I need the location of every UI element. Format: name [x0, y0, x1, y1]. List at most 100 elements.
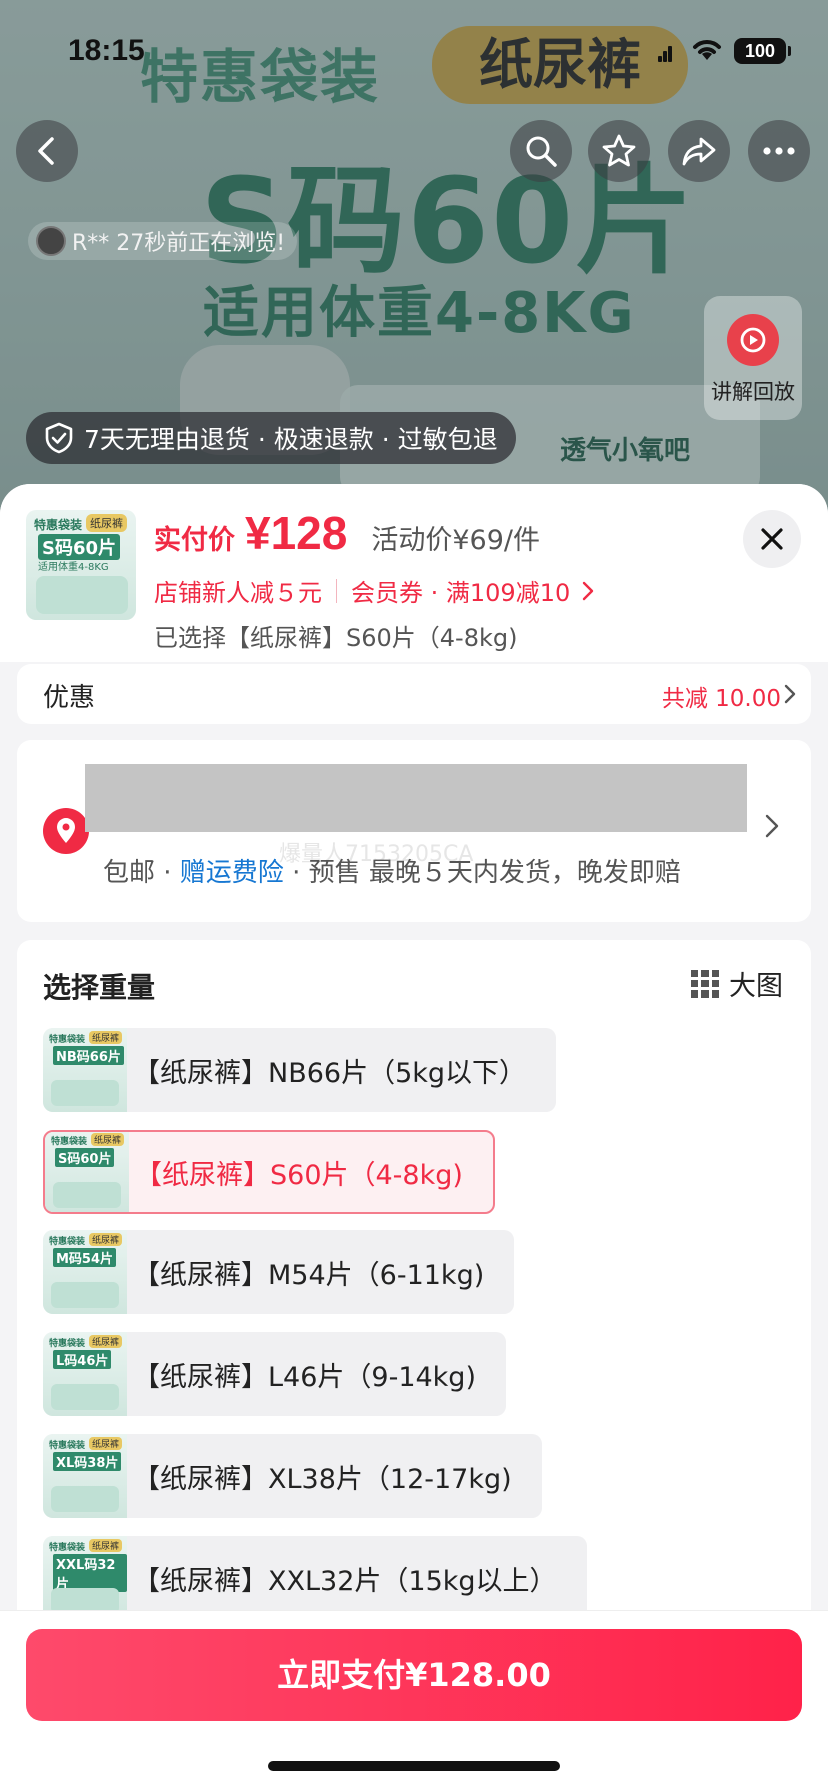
search-icon	[526, 136, 557, 167]
product-summary: 特惠袋装 纸尿裤 S码60片 适用体重4-8KG 实付价 ¥128 活动价¥69…	[0, 484, 828, 662]
battery-icon: 100	[734, 38, 791, 64]
shipping-insurance-link[interactable]: 赠运费险	[180, 858, 284, 888]
thumb-pack-image	[51, 1282, 119, 1308]
status-bar: 18:15 100	[0, 0, 828, 100]
guarantee-banner[interactable]: 7天无理由退货 · 极速退款 · 过敏包退	[26, 412, 516, 464]
chevron-right-icon	[765, 814, 779, 838]
replay-label: 讲解回放	[711, 380, 795, 404]
pay-now-button[interactable]: 立即支付¥128.00	[26, 1629, 802, 1721]
activity-price: 活动价¥69/件	[371, 525, 540, 556]
thumb-size: XXL码32片	[53, 1554, 127, 1592]
home-indicator[interactable]	[268, 1761, 560, 1771]
option-label: 【纸尿裤】M54片（6-11kg)	[133, 1259, 485, 1291]
final-price: ¥128	[245, 507, 348, 559]
thumb-brand: 特惠袋装	[51, 1137, 88, 1147]
more-dots-icon	[763, 147, 795, 155]
option-thumbnail: 特惠袋装 纸尿裤 M码54片	[43, 1230, 127, 1314]
signal-icon	[658, 40, 672, 62]
weight-option-xxl[interactable]: 特惠袋装 纸尿裤 XXL码32片 【纸尿裤】XXL32片（15kg以上）	[43, 1536, 587, 1620]
thumb-brand: 特惠袋装	[49, 1441, 86, 1451]
back-button[interactable]	[16, 120, 78, 182]
chevron-right-icon	[583, 581, 594, 600]
option-label: 【纸尿裤】XXL32片（15kg以上）	[133, 1565, 557, 1597]
promo-new-customer: 店铺新人减５元	[154, 579, 322, 607]
weight-option-l[interactable]: 特惠袋装 纸尿裤 L码46片 【纸尿裤】L46片（9-14kg)	[43, 1332, 506, 1416]
option-thumbnail: 特惠袋装 纸尿裤 XL码38片	[43, 1434, 127, 1518]
thumb-tag: 纸尿裤	[89, 1539, 123, 1552]
discount-value: 共减 10.00	[661, 686, 781, 712]
thumb-size: S码60片	[38, 534, 121, 560]
thumb-brand: 特惠袋装	[49, 1035, 86, 1045]
promo-row[interactable]: 店铺新人减５元 会员券 · 满109减10	[154, 573, 598, 608]
thumb-pack-image	[36, 576, 128, 614]
close-icon	[761, 528, 783, 550]
weight-section-title: 选择重量	[43, 971, 156, 1004]
divider	[336, 578, 337, 603]
chevron-left-icon	[38, 137, 54, 165]
option-thumbnail: 特惠袋装 纸尿裤 S码60片	[45, 1132, 129, 1212]
option-label: 【纸尿裤】S60片（4-8kg)	[135, 1159, 463, 1191]
grid-icon	[691, 969, 719, 998]
wifi-icon	[693, 40, 721, 60]
location-pin-icon	[43, 808, 89, 854]
status-time: 18:15	[68, 34, 145, 67]
more-button[interactable]	[748, 120, 810, 182]
share-button[interactable]	[668, 120, 730, 182]
thumb-brand: 特惠袋装	[49, 1339, 86, 1349]
thumb-weight: 适用体重4-8KG	[38, 562, 109, 573]
option-label: 【纸尿裤】NB66片（5kg以下）	[133, 1057, 527, 1089]
thumb-tag: 纸尿裤	[89, 1031, 123, 1044]
star-icon	[602, 134, 636, 167]
thumb-size: XL码38片	[53, 1452, 122, 1471]
big-view-label: 大图	[729, 971, 783, 1002]
guarantee-text: 7天无理由退货 · 极速退款 · 过敏包退	[84, 425, 498, 454]
replay-icon	[727, 314, 779, 366]
price-label: 实付价	[154, 525, 235, 556]
viewer-notice-text: R** 27秒前正在浏览!	[72, 231, 286, 256]
promo-member-coupon: 会员券 · 满109减10	[351, 579, 571, 607]
thumb-size: NB码66片	[53, 1046, 124, 1065]
weight-option-s[interactable]: 特惠袋装 纸尿裤 S码60片 【纸尿裤】S60片（4-8kg)	[43, 1130, 495, 1214]
weight-option-nb[interactable]: 特惠袋装 纸尿裤 NB码66片 【纸尿裤】NB66片（5kg以下）	[43, 1028, 557, 1112]
option-thumbnail: 特惠袋装 纸尿裤 NB码66片	[43, 1028, 127, 1112]
thumb-pack-image	[53, 1182, 121, 1208]
thumb-tag: 纸尿裤	[89, 1335, 123, 1348]
shipping-info: 包邮 · 赠运费险 · 预售 最晚５天内发货，晚发即赔	[103, 852, 681, 889]
thumb-size: L码46片	[53, 1350, 112, 1369]
weight-option-m[interactable]: 特惠袋装 纸尿裤 M码54片 【纸尿裤】M54片（6-11kg)	[43, 1230, 515, 1314]
product-thumbnail[interactable]: 特惠袋装 纸尿裤 S码60片 适用体重4-8KG	[26, 510, 136, 620]
chevron-right-icon	[784, 684, 796, 704]
favorite-button[interactable]	[588, 120, 650, 182]
thumb-brand: 特惠袋装	[34, 518, 83, 532]
price-row: 实付价 ¥128 活动价¥69/件	[154, 506, 540, 560]
selected-sku-text: 已选择【纸尿裤】S60片（4-8kg)	[154, 624, 518, 652]
sku-sheet: 特惠袋装 纸尿裤 S码60片 适用体重4-8KG 实付价 ¥128 活动价¥69…	[0, 484, 828, 1792]
viewer-notice: R** 27秒前正在浏览!	[28, 222, 298, 260]
replay-button[interactable]: 讲解回放	[704, 296, 802, 420]
address-redacted	[85, 764, 747, 832]
weight-selector: 选择重量 大图 特惠袋装 纸尿裤 NB码66片 【纸尿裤】NB66片（5kg以下） …	[17, 940, 811, 1640]
close-button[interactable]	[743, 510, 801, 568]
thumb-pack-image	[51, 1384, 119, 1410]
thumb-tag: 纸尿裤	[91, 1133, 125, 1146]
thumb-tag: 纸尿裤	[86, 514, 127, 532]
weight-option-xl[interactable]: 特惠袋装 纸尿裤 XL码38片 【纸尿裤】XL38片（12-17kg)	[43, 1434, 542, 1518]
checkout-footer: 立即支付¥128.00	[0, 1610, 828, 1792]
shield-check-icon	[45, 422, 73, 454]
option-thumbnail: 特惠袋装 纸尿裤 XXL码32片	[43, 1536, 127, 1620]
free-shipping-text: 包邮 ·	[103, 858, 180, 888]
option-label: 【纸尿裤】L46片（9-14kg)	[133, 1361, 476, 1393]
big-view-toggle[interactable]: 大图	[691, 964, 783, 1003]
thumb-size: M码54片	[53, 1248, 117, 1267]
thumb-size: S码60片	[55, 1148, 115, 1167]
presale-text: · 预售 最晚５天内发货，晚发即赔	[283, 858, 681, 888]
search-button[interactable]	[510, 120, 572, 182]
option-thumbnail: 特惠袋装 纸尿裤 L码46片	[43, 1332, 127, 1416]
thumb-brand: 特惠袋装	[49, 1237, 86, 1247]
option-label: 【纸尿裤】XL38片（12-17kg)	[133, 1463, 512, 1495]
shipping-card[interactable]: 爆量人7153205CA 包邮 · 赠运费险 · 预售 最晚５天内发货，晚发即赔	[17, 740, 811, 922]
share-icon	[682, 137, 716, 166]
thumb-brand: 特惠袋装	[49, 1543, 86, 1553]
discount-row[interactable]: 优惠 共减 10.00	[17, 664, 811, 724]
thumb-tag: 纸尿裤	[89, 1437, 123, 1450]
